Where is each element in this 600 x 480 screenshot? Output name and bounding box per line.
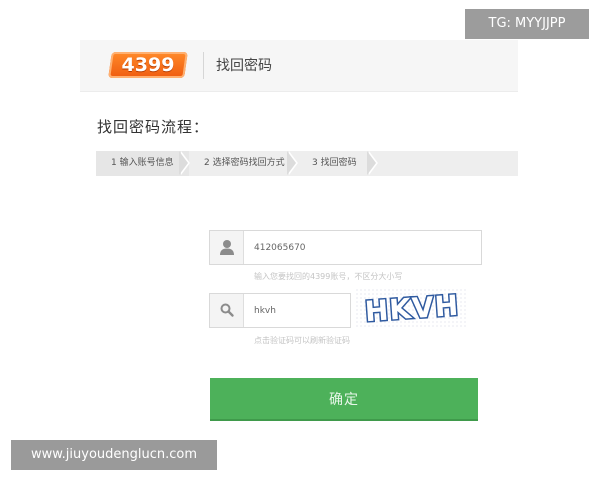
captcha-image[interactable]: HKVH (356, 289, 468, 327)
header-title: 找回密码 (216, 58, 272, 74)
step-2: 2 选择密码找回方式 (189, 151, 298, 176)
captcha-text: HKVH (364, 289, 460, 327)
user-icon (210, 231, 244, 264)
url-watermark: www.jiuyoudenglucn.com (11, 440, 217, 470)
section-title: 找回密码流程： (97, 118, 210, 136)
progress-steps: 1 输入账号信息 2 选择密码找回方式 3 找回密码 (96, 151, 518, 176)
search-icon (210, 294, 244, 327)
header-divider (203, 52, 204, 79)
logo-4399[interactable]: 4399 (108, 52, 188, 78)
tg-watermark: TG: MYYJJPP (465, 9, 589, 39)
captcha-field (209, 293, 351, 328)
account-hint: 输入您要找回的4399账号，不区分大小写 (254, 272, 403, 281)
captcha-hint: 点击验证码可以刷新验证码 (254, 336, 350, 345)
page-header: 4399 找回密码 (80, 40, 518, 92)
step-3: 3 找回密码 (297, 151, 378, 176)
account-field (209, 230, 482, 265)
captcha-input[interactable] (244, 294, 350, 327)
step-1: 1 输入账号信息 (96, 151, 190, 176)
submit-button[interactable]: 确定 (210, 378, 478, 421)
account-input[interactable] (244, 231, 481, 264)
logo-text: 4399 (121, 54, 175, 76)
